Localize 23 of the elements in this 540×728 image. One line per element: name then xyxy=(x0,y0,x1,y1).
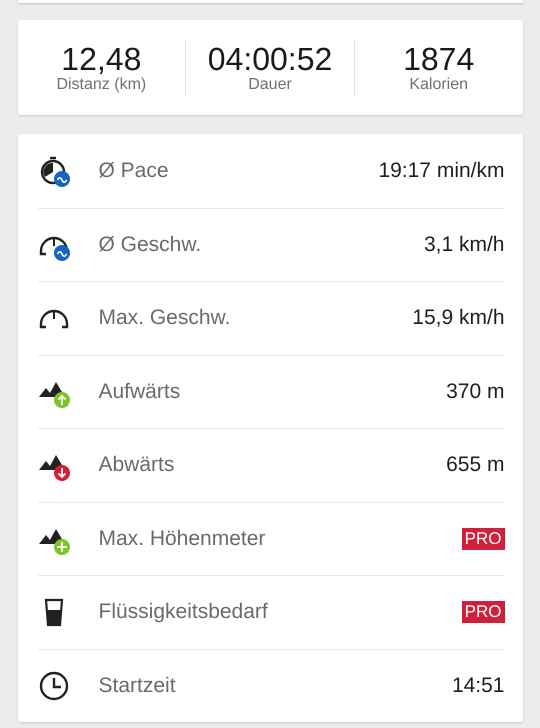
summary-value: 12,48 xyxy=(61,42,142,76)
summary-label: Kalorien xyxy=(409,76,468,94)
summary-label: Distanz (km) xyxy=(56,76,146,94)
stat-label: Ø Pace xyxy=(98,158,170,183)
summary-label: Dauer xyxy=(248,76,292,94)
stat-label: Flüssigkeitsbedarf xyxy=(98,600,269,624)
stat-label: Startzeit xyxy=(98,674,177,698)
stat-label: Max. Höhenmeter xyxy=(98,526,266,551)
stat-value: 655 m xyxy=(446,453,504,478)
stat-label: Abwärts xyxy=(98,453,176,478)
summary-value: 1874 xyxy=(403,42,474,76)
summary-value: 04:00:52 xyxy=(208,42,332,76)
stat-value: 15,9 km/h xyxy=(412,306,504,330)
clock-icon xyxy=(38,670,70,702)
stat-label: Max. Geschw. xyxy=(98,306,232,330)
stat-label: Aufwärts xyxy=(98,380,182,404)
stat-value: 370 m xyxy=(446,380,504,404)
stat-value: 3,1 km/h xyxy=(424,232,504,257)
pro-badge: PRO xyxy=(462,601,504,624)
stat-value: 14:51 xyxy=(452,674,504,698)
pro-badge: PRO xyxy=(462,528,504,550)
stat-label: Ø Geschw. xyxy=(98,232,202,257)
stat-value: 19:17 min/km xyxy=(378,158,504,183)
